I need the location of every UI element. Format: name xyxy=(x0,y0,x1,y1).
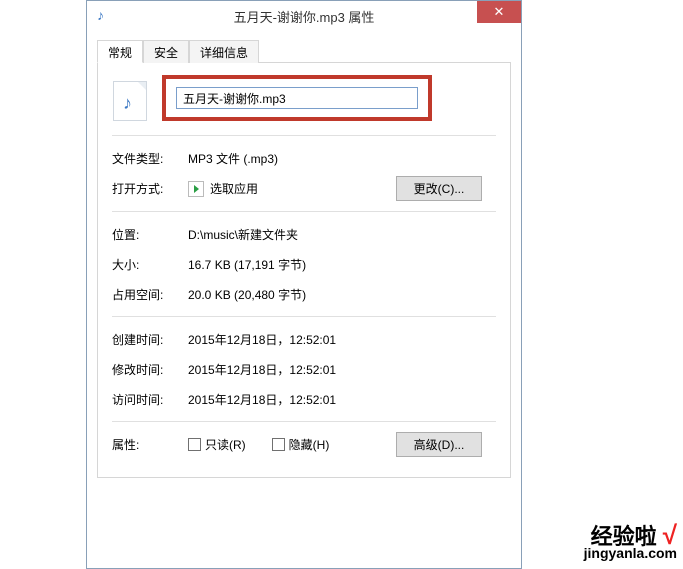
row-size-on-disk: 占用空间: 20.0 KB (20,480 字节) xyxy=(112,282,496,306)
file-icon: ♪ xyxy=(113,81,163,121)
label-accessed: 访问时间: xyxy=(112,391,188,408)
row-location: 位置: D:\music\新建文件夹 xyxy=(112,222,496,246)
label-size: 大小: xyxy=(112,256,188,273)
window-title: 五月天-谢谢你.mp3 属性 xyxy=(87,7,521,26)
label-modified: 修改时间: xyxy=(112,361,188,378)
row-attributes: 属性: 只读(R) 隐藏(H) 高级(D)... xyxy=(112,432,496,457)
filename-highlight xyxy=(162,75,432,121)
tab-security[interactable]: 安全 xyxy=(143,40,189,63)
value-location: D:\music\新建文件夹 xyxy=(188,226,496,243)
tab-general[interactable]: 常规 xyxy=(97,40,143,63)
opens-with-text: 选取应用 xyxy=(210,180,258,197)
readonly-checkbox-wrap[interactable]: 只读(R) xyxy=(188,436,246,453)
filename-input[interactable] xyxy=(176,87,418,109)
separator xyxy=(112,316,496,317)
row-accessed: 访问时间: 2015年12月18日，12:52:01 xyxy=(112,387,496,411)
value-size: 16.7 KB (17,191 字节) xyxy=(188,256,496,273)
separator xyxy=(112,211,496,212)
value-size-on-disk: 20.0 KB (20,480 字节) xyxy=(188,286,496,303)
label-location: 位置: xyxy=(112,226,188,243)
titlebar[interactable]: ♪ 五月天-谢谢你.mp3 属性 ✕ xyxy=(87,1,521,31)
value-modified: 2015年12月18日，12:52:01 xyxy=(188,361,496,378)
label-filetype: 文件类型: xyxy=(112,150,188,167)
watermark: 经验啦 √ jingyanla.com xyxy=(584,519,677,561)
readonly-checkbox[interactable] xyxy=(188,438,201,451)
close-button[interactable]: ✕ xyxy=(477,1,521,23)
watermark-check-icon: √ xyxy=(663,520,677,550)
music-file-large-icon: ♪ xyxy=(113,81,147,121)
row-opens-with: 打开方式: 选取应用 更改(C)... xyxy=(112,176,496,201)
change-button[interactable]: 更改(C)... xyxy=(396,176,482,201)
label-attributes: 属性: xyxy=(112,436,188,453)
hidden-label: 隐藏(H) xyxy=(289,436,330,453)
advanced-button[interactable]: 高级(D)... xyxy=(396,432,482,457)
value-accessed: 2015年12月18日，12:52:01 xyxy=(188,391,496,408)
value-opens-with: 选取应用 xyxy=(188,180,396,197)
tab-details[interactable]: 详细信息 xyxy=(189,40,259,63)
hidden-checkbox-wrap[interactable]: 隐藏(H) xyxy=(272,436,330,453)
separator xyxy=(112,421,496,422)
separator xyxy=(112,135,496,136)
readonly-label: 只读(R) xyxy=(205,436,246,453)
row-modified: 修改时间: 2015年12月18日，12:52:01 xyxy=(112,357,496,381)
watermark-text: 经验啦 xyxy=(591,524,657,549)
watermark-url: jingyanla.com xyxy=(584,545,677,561)
label-created: 创建时间: xyxy=(112,331,188,348)
label-size-on-disk: 占用空间: xyxy=(112,286,188,303)
music-file-icon: ♪ xyxy=(97,8,113,24)
row-filetype: 文件类型: MP3 文件 (.mp3) xyxy=(112,146,496,170)
row-size: 大小: 16.7 KB (17,191 字节) xyxy=(112,252,496,276)
tabs: 常规 安全 详细信息 xyxy=(97,39,511,63)
choose-app-icon xyxy=(188,181,204,197)
client-area: 常规 安全 详细信息 ♪ 文件类型: MP3 文件 (.mp3) 打开方式: xyxy=(87,31,521,568)
value-created: 2015年12月18日，12:52:01 xyxy=(188,331,496,348)
hidden-checkbox[interactable] xyxy=(272,438,285,451)
properties-window: ♪ 五月天-谢谢你.mp3 属性 ✕ 常规 安全 详细信息 ♪ 文件类型: MP… xyxy=(86,0,522,569)
tab-panel-general: ♪ 文件类型: MP3 文件 (.mp3) 打开方式: 选取应用 更改(C)..… xyxy=(97,63,511,478)
label-opens-with: 打开方式: xyxy=(112,180,188,197)
row-created: 创建时间: 2015年12月18日，12:52:01 xyxy=(112,327,496,351)
value-filetype: MP3 文件 (.mp3) xyxy=(188,150,496,167)
